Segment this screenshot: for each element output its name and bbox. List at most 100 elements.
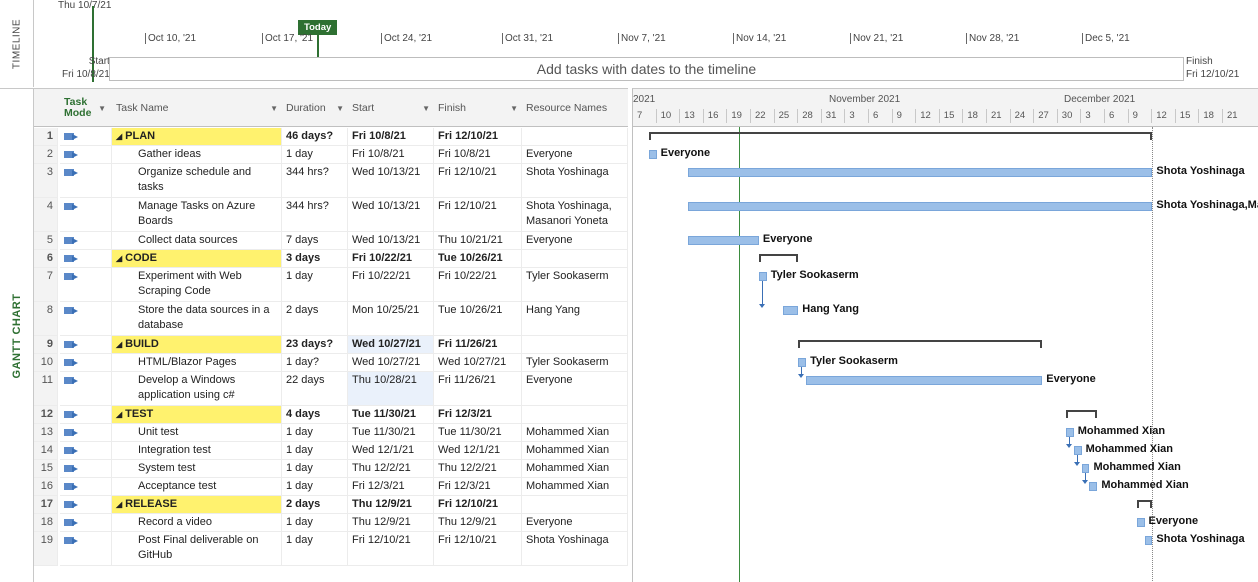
duration-cell[interactable]: 1 day bbox=[282, 442, 348, 460]
task-bar[interactable] bbox=[798, 358, 807, 367]
task-mode-cell[interactable] bbox=[60, 268, 112, 302]
finish-cell[interactable]: Wed 10/27/21 bbox=[434, 354, 522, 372]
finish-cell[interactable]: Fri 11/26/21 bbox=[434, 372, 522, 406]
resource-names-cell[interactable] bbox=[522, 336, 628, 354]
finish-cell[interactable]: Fri 12/10/21 bbox=[434, 128, 522, 146]
start-cell[interactable]: Tue 11/30/21 bbox=[348, 424, 434, 442]
chevron-down-icon[interactable]: ▼ bbox=[336, 104, 344, 113]
finish-cell[interactable]: Fri 10/8/21 bbox=[434, 146, 522, 164]
header-start[interactable]: Start ▼ bbox=[348, 89, 434, 127]
task-bar[interactable] bbox=[1065, 428, 1074, 437]
chevron-down-icon[interactable]: ▼ bbox=[98, 103, 106, 114]
row-number[interactable]: 6 bbox=[34, 250, 58, 268]
start-cell[interactable]: Fri 10/22/21 bbox=[348, 250, 434, 268]
row-number[interactable]: 7 bbox=[34, 268, 58, 302]
task-row[interactable]: 3 Organize schedule and tasks 344 hrs? Wed … bbox=[34, 164, 628, 198]
start-cell[interactable]: Thu 12/9/21 bbox=[348, 496, 434, 514]
task-bar[interactable] bbox=[1089, 482, 1098, 491]
resource-names-cell[interactable]: Shota Yoshinaga bbox=[522, 164, 628, 198]
task-row[interactable]: 14 Integration test 1 day Wed 12/1/21 Wed 12… bbox=[34, 442, 628, 460]
duration-cell[interactable]: 2 days bbox=[282, 496, 348, 514]
row-number[interactable]: 14 bbox=[34, 442, 58, 460]
task-name-cell[interactable]: Develop a Windows application using c# bbox=[112, 372, 282, 406]
task-name-cell[interactable]: Post Final deliverable on GitHub bbox=[112, 532, 282, 566]
resource-names-cell[interactable]: Tyler Sookaserm bbox=[522, 354, 628, 372]
task-row[interactable]: 8 Store the data sources in a database 2 d… bbox=[34, 302, 628, 336]
resource-names-cell[interactable]: Hang Yang bbox=[522, 302, 628, 336]
task-name-cell[interactable]: ◢ RELEASE bbox=[112, 496, 282, 514]
resource-names-cell[interactable]: Everyone bbox=[522, 232, 628, 250]
task-mode-cell[interactable] bbox=[60, 198, 112, 232]
duration-cell[interactable]: 2 days bbox=[282, 302, 348, 336]
start-cell[interactable]: Tue 11/30/21 bbox=[348, 406, 434, 424]
collapse-triangle-icon[interactable]: ◢ bbox=[116, 500, 122, 509]
chevron-down-icon[interactable]: ▼ bbox=[270, 104, 278, 113]
finish-cell[interactable]: Fri 12/10/21 bbox=[434, 496, 522, 514]
row-number[interactable]: 16 bbox=[34, 478, 58, 496]
row-number[interactable]: 8 bbox=[34, 302, 58, 336]
task-mode-cell[interactable] bbox=[60, 532, 112, 566]
resource-names-cell[interactable]: Everyone bbox=[522, 372, 628, 406]
duration-cell[interactable]: 344 hrs? bbox=[282, 198, 348, 232]
resource-names-cell[interactable]: Mohammed Xian bbox=[522, 442, 628, 460]
summary-row[interactable]: 17 ◢ RELEASE 2 days Thu 12/9/21 Fri 12/10/21 bbox=[34, 496, 628, 514]
resource-names-cell[interactable]: Everyone bbox=[522, 146, 628, 164]
task-row[interactable]: 11 Develop a Windows application using c#… bbox=[34, 372, 628, 406]
task-mode-cell[interactable] bbox=[60, 250, 112, 268]
task-mode-cell[interactable] bbox=[60, 302, 112, 336]
summary-row[interactable]: 6 ◢ CODE 3 days Fri 10/22/21 Tue 10/26/21 bbox=[34, 250, 628, 268]
task-bar[interactable] bbox=[1073, 446, 1082, 455]
duration-cell[interactable]: 22 days bbox=[282, 372, 348, 406]
task-bar[interactable] bbox=[688, 168, 1153, 177]
chevron-down-icon[interactable]: ▼ bbox=[510, 104, 518, 113]
header-corner[interactable] bbox=[34, 89, 58, 127]
finish-cell[interactable]: Fri 12/10/21 bbox=[434, 532, 522, 566]
task-bar[interactable] bbox=[688, 202, 1153, 211]
task-row[interactable]: 5 Collect data sources 7 days Wed 10/13/21 T… bbox=[34, 232, 628, 250]
start-cell[interactable]: Fri 10/8/21 bbox=[348, 146, 434, 164]
row-number[interactable]: 2 bbox=[34, 146, 58, 164]
duration-cell[interactable]: 1 day bbox=[282, 424, 348, 442]
task-bar[interactable] bbox=[758, 272, 767, 281]
summary-bar[interactable] bbox=[798, 340, 1043, 342]
task-name-cell[interactable]: Unit test bbox=[112, 424, 282, 442]
task-mode-cell[interactable] bbox=[60, 146, 112, 164]
start-cell[interactable]: Thu 12/9/21 bbox=[348, 514, 434, 532]
task-mode-cell[interactable] bbox=[60, 406, 112, 424]
start-cell[interactable]: Wed 10/27/21 bbox=[348, 354, 434, 372]
summary-row[interactable]: 9 ◢ BUILD 23 days? Wed 10/27/21 Fri 11/26/21 bbox=[34, 336, 628, 354]
task-name-cell[interactable]: Acceptance test bbox=[112, 478, 282, 496]
task-row[interactable]: 7 Experiment with Web Scraping Code 1 day F… bbox=[34, 268, 628, 302]
task-row[interactable]: 16 Acceptance test 1 day Fri 12/3/21 Fri 12/… bbox=[34, 478, 628, 496]
task-name-cell[interactable]: System test bbox=[112, 460, 282, 478]
task-mode-cell[interactable] bbox=[60, 496, 112, 514]
finish-cell[interactable]: Thu 12/9/21 bbox=[434, 514, 522, 532]
finish-cell[interactable]: Fri 12/3/21 bbox=[434, 406, 522, 424]
task-mode-cell[interactable] bbox=[60, 354, 112, 372]
summary-bar[interactable] bbox=[648, 132, 1153, 134]
start-cell[interactable]: Wed 10/13/21 bbox=[348, 164, 434, 198]
start-cell[interactable]: Fri 12/10/21 bbox=[348, 532, 434, 566]
finish-cell[interactable]: Fri 10/22/21 bbox=[434, 268, 522, 302]
task-mode-cell[interactable] bbox=[60, 460, 112, 478]
duration-cell[interactable]: 23 days? bbox=[282, 336, 348, 354]
summary-row[interactable]: 12 ◢ TEST 4 days Tue 11/30/21 Fri 12/3/21 bbox=[34, 406, 628, 424]
duration-cell[interactable]: 1 day bbox=[282, 514, 348, 532]
summary-row[interactable]: 1 ◢ PLAN 46 days? Fri 10/8/21 Fri 12/10/21 bbox=[34, 128, 628, 146]
summary-bar[interactable] bbox=[758, 254, 799, 256]
duration-cell[interactable]: 1 day bbox=[282, 146, 348, 164]
duration-cell[interactable]: 344 hrs? bbox=[282, 164, 348, 198]
task-row[interactable]: 18 Record a video 1 day Thu 12/9/21 Thu 12/9… bbox=[34, 514, 628, 532]
row-number[interactable]: 15 bbox=[34, 460, 58, 478]
duration-cell[interactable]: 1 day bbox=[282, 532, 348, 566]
collapse-triangle-icon[interactable]: ◢ bbox=[116, 254, 122, 263]
task-row[interactable]: 13 Unit test 1 day Tue 11/30/21 Tue 11/30/21… bbox=[34, 424, 628, 442]
task-row[interactable]: 2 Gather ideas 1 day Fri 10/8/21 Fri 10/8/21… bbox=[34, 146, 628, 164]
task-bar[interactable] bbox=[1136, 518, 1145, 527]
row-number[interactable]: 13 bbox=[34, 424, 58, 442]
header-duration[interactable]: Duration ▼ bbox=[282, 89, 348, 127]
header-resource-names[interactable]: Resource Names bbox=[522, 89, 628, 127]
timeline-bar[interactable]: Add tasks with dates to the timeline bbox=[109, 57, 1184, 81]
finish-cell[interactable]: Fri 12/3/21 bbox=[434, 478, 522, 496]
start-cell[interactable]: Thu 12/2/21 bbox=[348, 460, 434, 478]
